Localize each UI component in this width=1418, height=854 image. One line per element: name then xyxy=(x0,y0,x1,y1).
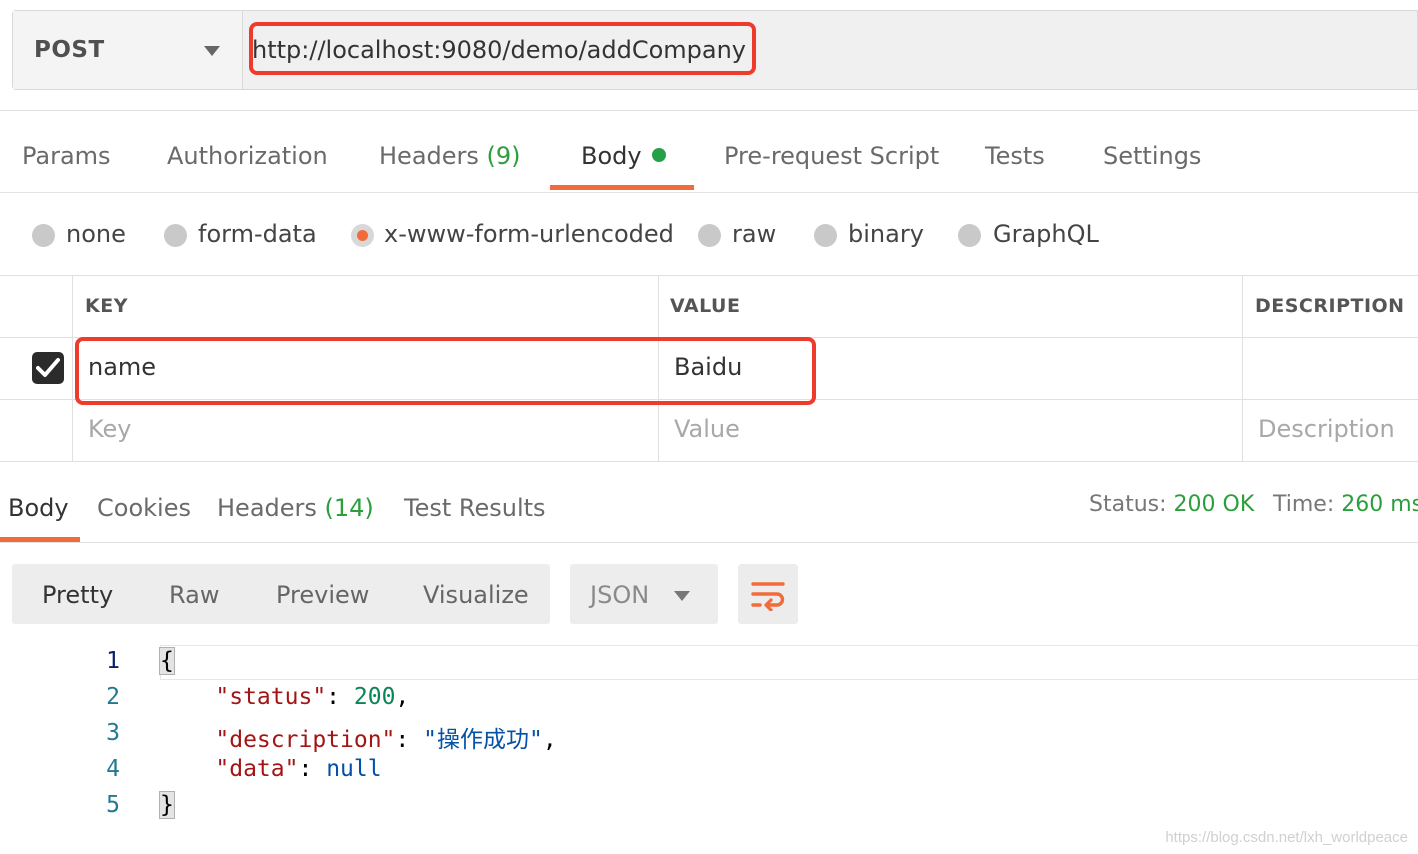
line-number: 2 xyxy=(106,684,120,710)
line-number: 1 xyxy=(106,648,120,674)
response-tab-headers[interactable]: Headers (14) xyxy=(217,494,374,522)
response-body-editor[interactable]: 1 2 3 4 5 { "status": 200, "description"… xyxy=(0,644,1418,824)
table-border xyxy=(1242,275,1243,462)
response-tab-headers-label: Headers xyxy=(217,494,317,522)
tab-body[interactable]: Body xyxy=(581,142,666,170)
radio-graphql-label[interactable]: GraphQL xyxy=(993,220,1099,248)
request-tabs: Params Authorization Headers (9) Body Pr… xyxy=(0,128,1418,188)
line-number: 4 xyxy=(106,756,120,782)
code-line-4: "data": null xyxy=(215,756,382,782)
time-label: Time: xyxy=(1273,492,1335,517)
radio-x-www-form-urlencoded-label[interactable]: x-www-form-urlencoded xyxy=(384,220,674,248)
json-value-status: 200 xyxy=(353,684,396,710)
chevron-down-icon xyxy=(204,46,220,56)
radio-binary-label[interactable]: binary xyxy=(848,220,924,248)
response-status: Status: 200 OK xyxy=(1089,492,1254,517)
tab-settings[interactable]: Settings xyxy=(1103,142,1201,170)
table-border xyxy=(72,275,73,462)
divider xyxy=(0,542,1418,543)
headers-count: (9) xyxy=(486,142,521,170)
column-header-description: DESCRIPTION xyxy=(1255,295,1405,317)
view-raw[interactable]: Raw xyxy=(169,581,219,609)
radio-form-data-label[interactable]: form-data xyxy=(198,220,317,248)
json-key-status: "status" xyxy=(215,684,327,710)
active-tab-underline xyxy=(550,185,694,190)
tab-tests[interactable]: Tests xyxy=(985,142,1045,170)
new-value-input[interactable]: Value xyxy=(674,415,740,443)
tab-params[interactable]: Params xyxy=(22,142,111,170)
url-highlight-box xyxy=(249,22,756,75)
wrap-lines-button[interactable] xyxy=(738,564,798,624)
radio-graphql[interactable] xyxy=(958,224,981,247)
radio-x-www-form-urlencoded[interactable] xyxy=(351,224,374,247)
line-number: 5 xyxy=(106,792,120,818)
radio-binary[interactable] xyxy=(814,224,837,247)
response-time: Time: 260 ms xyxy=(1273,492,1418,517)
method-label: POST xyxy=(34,37,105,63)
view-mode-segment: Pretty Raw Preview Visualize xyxy=(12,564,550,624)
column-header-key: KEY xyxy=(85,295,128,317)
view-visualize[interactable]: Visualize xyxy=(423,581,529,609)
column-header-value: VALUE xyxy=(670,295,741,317)
new-description-input[interactable]: Description xyxy=(1258,415,1395,443)
response-tab-body[interactable]: Body xyxy=(8,494,69,522)
method-select[interactable]: POST xyxy=(13,11,243,89)
response-tab-cookies[interactable]: Cookies xyxy=(97,494,191,522)
watermark: https://blog.csdn.net/lxh_worldpeace xyxy=(1165,829,1408,846)
tab-body-label: Body xyxy=(581,142,642,170)
current-line-highlight xyxy=(160,645,1418,680)
code-line-1: { xyxy=(159,647,175,675)
view-pretty[interactable]: Pretty xyxy=(42,581,113,609)
green-dot-icon xyxy=(651,148,666,162)
radio-raw[interactable] xyxy=(698,224,721,247)
format-select[interactable]: JSON xyxy=(570,564,718,624)
wrap-lines-icon xyxy=(751,582,785,611)
divider xyxy=(0,110,1418,111)
divider xyxy=(0,192,1418,193)
tab-headers-label: Headers xyxy=(379,142,479,170)
json-value-description: "操作成功" xyxy=(423,727,543,753)
code-line-5: } xyxy=(159,791,175,819)
json-key-data: "data" xyxy=(215,756,299,782)
status-label: Status: xyxy=(1089,492,1167,517)
json-value-data: null xyxy=(326,756,382,782)
code-line-3: "description": "操作成功", xyxy=(215,727,557,753)
response-tabs: Body Cookies Headers (14) Test Results S… xyxy=(0,488,1418,538)
response-tab-test-results[interactable]: Test Results xyxy=(404,494,546,522)
format-label: JSON xyxy=(590,581,650,609)
view-preview[interactable]: Preview xyxy=(276,581,369,609)
code-line-2: "status": 200, xyxy=(215,684,410,710)
body-type-radios: none form-data x-www-form-urlencoded raw… xyxy=(0,216,1418,256)
new-key-input[interactable]: Key xyxy=(88,415,132,443)
param-highlight-box xyxy=(75,337,816,405)
tab-authorization[interactable]: Authorization xyxy=(167,142,328,170)
json-key-description: "description" xyxy=(215,727,396,753)
time-value: 260 ms xyxy=(1341,492,1418,517)
status-value: 200 OK xyxy=(1173,492,1255,517)
radio-none[interactable] xyxy=(32,224,55,247)
line-number: 3 xyxy=(106,720,120,746)
tab-headers[interactable]: Headers (9) xyxy=(379,142,521,170)
table-border xyxy=(0,461,1418,462)
radio-none-label[interactable]: none xyxy=(66,220,126,248)
tab-pre-request-script[interactable]: Pre-request Script xyxy=(724,142,939,170)
close-brace: } xyxy=(159,791,175,819)
radio-raw-label[interactable]: raw xyxy=(732,220,776,248)
open-brace: { xyxy=(159,647,175,675)
response-headers-count: (14) xyxy=(324,494,374,522)
chevron-down-icon xyxy=(674,591,690,601)
check-icon xyxy=(36,358,60,377)
radio-form-data[interactable] xyxy=(164,224,187,247)
row-enabled-checkbox[interactable] xyxy=(32,352,64,384)
table-border xyxy=(0,275,1418,276)
